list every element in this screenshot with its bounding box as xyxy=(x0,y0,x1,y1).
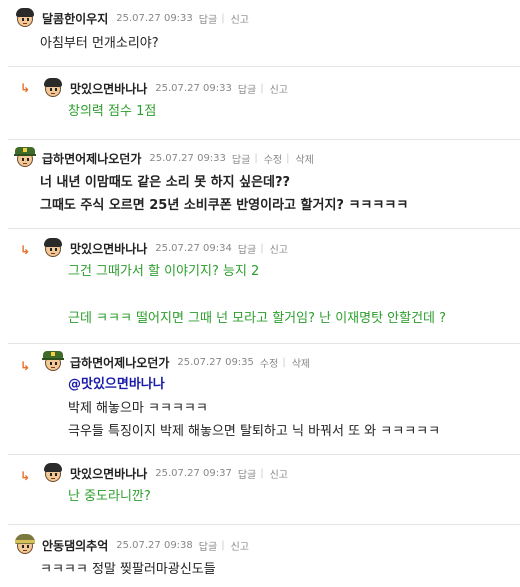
author-name[interactable]: 맛있으면바나나 xyxy=(70,240,147,257)
comment-text: 그건 그때가서 할 이야기지? 능지 2 xyxy=(68,264,260,279)
comment-date: 25.07.27 09:35 xyxy=(177,356,254,368)
comment-header: 안동댐의추억 25.07.27 09:38 답글 | 신고 xyxy=(14,533,249,557)
comment-text: 극우들 특징이지 박제 해놓으면 탈퇴하고 닉 바꿔서 또 와 ㅋㅋㅋㅋㅋ xyxy=(68,424,441,439)
comment-text: 너 내년 이맘때도 같은 소리 못 하지 싶은데?? xyxy=(40,175,291,190)
comment-date: 25.07.27 09:33 xyxy=(149,152,226,164)
comment-date: 25.07.27 09:33 xyxy=(155,82,232,94)
reply-button[interactable]: 답글 xyxy=(232,151,250,166)
report-button[interactable]: 신고 xyxy=(231,538,249,553)
reply-arrow-icon: ↳ xyxy=(20,81,31,95)
reply-button[interactable]: 답글 xyxy=(199,11,217,26)
divider: | xyxy=(260,82,264,94)
comment-header: 맛있으면바나나 25.07.27 09:33 답글 | 신고 xyxy=(42,76,288,100)
comment-text: 아침부터 먼개소리야? xyxy=(40,36,159,51)
reply-button[interactable]: 답글 xyxy=(238,466,256,481)
comment-text: 근데 ㅋㅋㅋ 떨어지면 그때 넌 모라고 할거임? 난 이재명탓 안할건데 ? xyxy=(68,311,447,326)
mention-link[interactable]: @맛있으면바나나 xyxy=(68,376,165,394)
comment-header: 급하면어제나오던가 25.07.27 09:35 수정 | 삭제 xyxy=(42,350,310,374)
divider: | xyxy=(286,152,290,164)
author-name[interactable]: 맛있으면바나나 xyxy=(70,80,147,97)
author-name[interactable]: 맛있으면바나나 xyxy=(70,465,147,482)
avatar[interactable] xyxy=(42,237,64,259)
comment-header: 맛있으면바나나 25.07.27 09:34 답글 | 신고 xyxy=(42,236,288,260)
divider xyxy=(8,66,520,67)
divider: | xyxy=(282,356,286,368)
edit-button[interactable]: 수정 xyxy=(264,151,282,166)
divider: | xyxy=(260,242,264,254)
comment-text: 박제 해놓으마 ㅋㅋㅋㅋㅋ xyxy=(68,401,208,416)
report-button[interactable]: 신고 xyxy=(231,11,249,26)
divider: | xyxy=(260,467,264,479)
divider: | xyxy=(221,12,225,24)
avatar[interactable] xyxy=(42,351,64,373)
author-name[interactable]: 안동댐의추억 xyxy=(42,537,108,554)
comment-date: 25.07.27 09:37 xyxy=(155,467,232,479)
author-name[interactable]: 달콤한이우지 xyxy=(42,10,108,27)
avatar[interactable] xyxy=(42,462,64,484)
comment-header: 급하면어제나오던가 25.07.27 09:33 답글 | 수정 | 삭제 xyxy=(14,146,314,170)
comment-text: 창의력 점수 1점 xyxy=(68,104,157,119)
avatar[interactable] xyxy=(14,147,36,169)
report-button[interactable]: 신고 xyxy=(270,241,288,256)
comment-header: 맛있으면바나나 25.07.27 09:37 답글 | 신고 xyxy=(42,461,288,485)
comment-date: 25.07.27 09:33 xyxy=(116,12,193,24)
author-name[interactable]: 급하면어제나오던가 xyxy=(70,354,169,371)
avatar[interactable] xyxy=(14,534,36,556)
reply-button[interactable]: 답글 xyxy=(238,81,256,96)
comment-header: 달콤한이우지 25.07.27 09:33 답글 | 신고 xyxy=(14,6,249,30)
edit-button[interactable]: 수정 xyxy=(260,355,278,370)
divider xyxy=(8,524,520,525)
comment-date: 25.07.27 09:38 xyxy=(116,539,193,551)
reply-arrow-icon: ↳ xyxy=(20,469,31,483)
divider xyxy=(8,228,520,229)
reply-button[interactable]: 답글 xyxy=(238,241,256,256)
comment-text: ㅋㅋㅋㅋ 정말 찢팔러마광신도들 xyxy=(40,562,216,577)
report-button[interactable]: 신고 xyxy=(270,466,288,481)
divider: | xyxy=(221,539,225,551)
author-name[interactable]: 급하면어제나오던가 xyxy=(42,150,141,167)
divider xyxy=(8,454,520,455)
reply-arrow-icon: ↳ xyxy=(20,243,31,257)
comment-text: 난 중도라니깐? xyxy=(68,489,151,504)
divider: | xyxy=(254,152,258,164)
reply-button[interactable]: 답글 xyxy=(199,538,217,553)
avatar[interactable] xyxy=(14,7,36,29)
delete-button[interactable]: 삭제 xyxy=(295,151,313,166)
comment-text: 그때도 주식 오르면 25년 소비쿠폰 반영이라고 할거지? ㅋㅋㅋㅋㅋ xyxy=(40,198,409,213)
avatar[interactable] xyxy=(42,77,64,99)
comment-date: 25.07.27 09:34 xyxy=(155,242,232,254)
delete-button[interactable]: 삭제 xyxy=(292,355,310,370)
reply-arrow-icon: ↳ xyxy=(20,359,31,373)
divider xyxy=(8,139,520,140)
divider xyxy=(8,343,520,344)
report-button[interactable]: 신고 xyxy=(270,81,288,96)
